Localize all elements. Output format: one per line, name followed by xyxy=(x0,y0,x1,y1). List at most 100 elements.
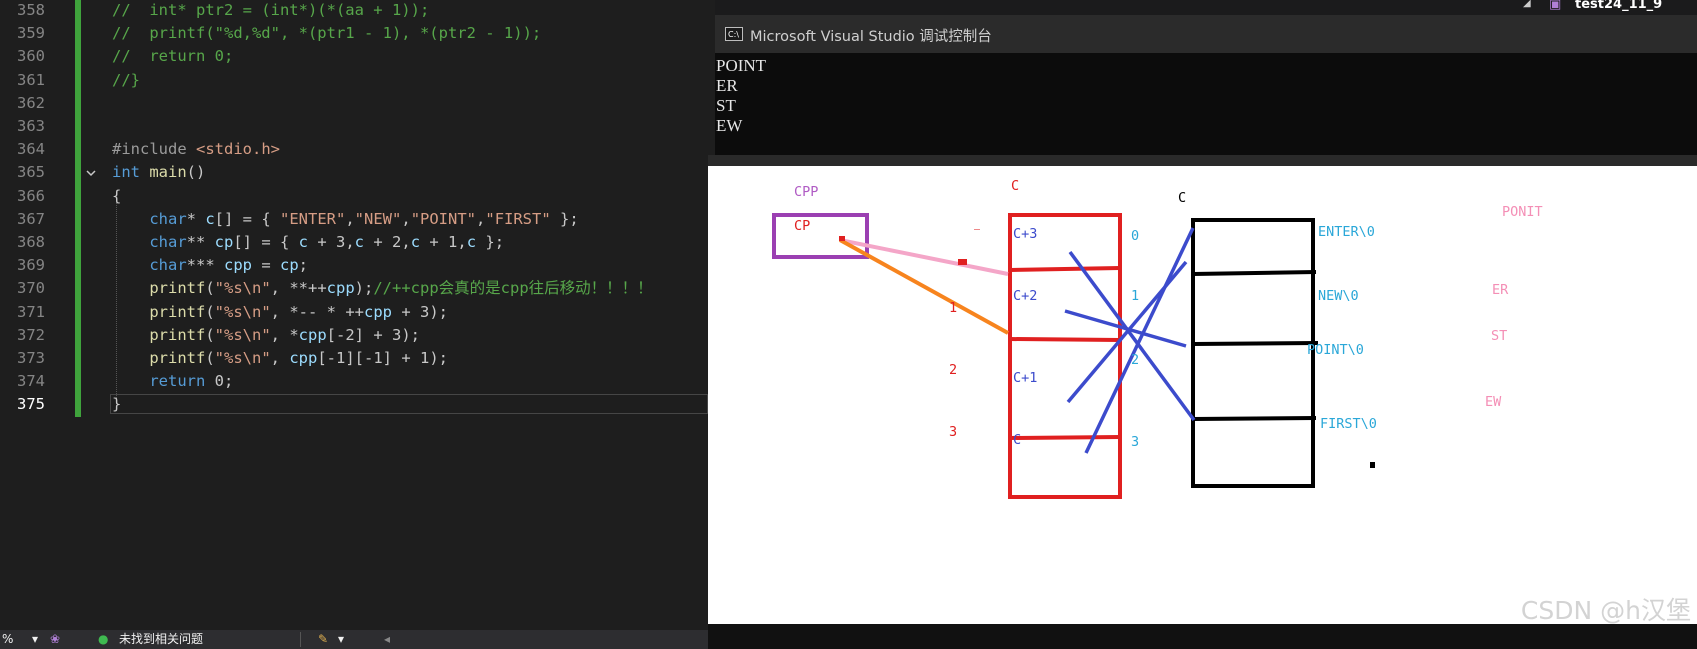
code-text: //} xyxy=(112,69,140,92)
code-token: } xyxy=(112,395,122,414)
line-number: 358 xyxy=(17,1,45,19)
cp-left-index-2: 2 xyxy=(949,362,958,378)
brush-dropdown-icon[interactable]: ▾ xyxy=(338,632,344,647)
code-token: [] = { xyxy=(214,209,280,228)
code-token: ( xyxy=(205,279,215,298)
stray-dash xyxy=(974,229,980,230)
debug-console-window[interactable]: C:\ Microsoft Visual Studio 调试控制台 POINT … xyxy=(715,15,1697,155)
code-token: cpp xyxy=(289,349,318,367)
scroll-left-icon[interactable]: ◂ xyxy=(384,632,390,647)
code-line[interactable]: 367 char* c[] = { "ENTER","NEW","POINT",… xyxy=(0,208,708,231)
code-token: printf xyxy=(149,279,206,298)
pointer-diagram-canvas: CPP CP C C C+3 C+2 C+1 C 1 2 3 0 1 2 3 E… xyxy=(708,166,1697,625)
result-1: PONIT xyxy=(1502,204,1543,220)
git-icon[interactable]: ❀ xyxy=(50,632,60,647)
code-token: + 3, xyxy=(308,233,355,251)
code-line[interactable]: 370 printf("%s\n", **++cpp);//++cpp会真的是c… xyxy=(0,277,708,300)
code-line[interactable]: 363 xyxy=(0,115,708,138)
line-number: 367 xyxy=(17,209,45,228)
window-gap xyxy=(708,155,1697,166)
c-label-black: C xyxy=(1178,190,1187,206)
line-number: 359 xyxy=(17,24,45,43)
code-token: cpp xyxy=(223,256,252,275)
code-line[interactable]: 362 xyxy=(0,92,708,115)
code-token: "FIRST" xyxy=(485,209,551,228)
code-line[interactable]: 369 char*** cpp = cp; xyxy=(0,254,708,277)
code-token: printf xyxy=(149,349,206,367)
code-text: // int* ptr2 = (int*)(*(aa + 1)); xyxy=(112,0,429,22)
code-text: printf("%s\n", *-- * ++cpp + 3); xyxy=(112,301,448,324)
zoom-dropdown-icon[interactable]: ▾ xyxy=(32,632,38,647)
code-token: // int* ptr2 = (int*)(*(aa + 1)); xyxy=(112,1,430,19)
expand-arrow-icon[interactable]: ◢ xyxy=(1523,0,1531,9)
code-token: "POINT" xyxy=(410,209,477,228)
cpp-label: CPP xyxy=(794,184,819,200)
solution-explorer-strip: ◢ ▣ test24_11_9 xyxy=(715,0,1697,15)
code-line[interactable]: 372 printf("%s\n", *cpp[-2] + 3); xyxy=(0,324,708,347)
code-text: // return 0; xyxy=(112,45,233,68)
c-cell-0: ENTER\0 xyxy=(1318,224,1375,240)
code-editor[interactable]: 358 // int* ptr2 = (int*)(*(aa + 1)); 359 /… xyxy=(0,0,708,630)
project-icon: ▣ xyxy=(1549,0,1562,12)
code-token: , **++ xyxy=(270,279,327,298)
code-text: printf("%s\n", cpp[-1][-1] + 1); xyxy=(112,347,448,370)
code-text: char** cp[] = { c + 3,c + 2,c + 1,c }; xyxy=(112,231,504,254)
code-line[interactable]: 360 // return 0; xyxy=(0,45,708,68)
cp-cell-2: C+1 xyxy=(1013,370,1038,386)
code-token: "%s\n" xyxy=(214,349,271,367)
cp-cell-0: C+3 xyxy=(1013,226,1038,242)
line-number: 375 xyxy=(17,395,45,414)
code-text: char*** cpp = cp; xyxy=(112,254,308,277)
code-text: char* c[] = { "ENTER","NEW","POINT","FIR… xyxy=(112,208,578,231)
code-token: //++cpp会真的是cpp往后移动！！！！ xyxy=(373,279,653,298)
code-line[interactable]: 358 // int* ptr2 = (int*)(*(aa + 1)); xyxy=(0,0,708,22)
console-app-icon: C:\ xyxy=(725,27,743,41)
zoom-level[interactable]: % xyxy=(2,632,13,647)
code-token: * xyxy=(186,209,206,228)
console-lower-area xyxy=(708,624,1697,649)
code-token: , * xyxy=(270,325,299,344)
code-line[interactable]: 375} xyxy=(0,393,708,416)
code-token: *** xyxy=(186,256,224,275)
code-line[interactable]: 371 printf("%s\n", *-- * ++cpp + 3); xyxy=(0,301,708,324)
console-titlebar[interactable]: C:\ Microsoft Visual Studio 调试控制台 xyxy=(715,15,1697,53)
code-token: ( xyxy=(205,325,215,344)
code-token: { xyxy=(112,186,122,205)
code-line[interactable]: 374 return 0; xyxy=(0,370,708,393)
code-line[interactable]: 361 //} xyxy=(0,69,708,92)
code-token: printf xyxy=(149,302,206,321)
brush-icon[interactable]: ✎ xyxy=(318,632,328,647)
cp-array xyxy=(1008,213,1122,499)
code-token: }; xyxy=(476,233,505,251)
c-cell-2: POINT\0 xyxy=(1307,342,1364,358)
code-text: #include <stdio.h> xyxy=(112,138,280,161)
line-number: 370 xyxy=(17,279,45,298)
code-text: } xyxy=(112,393,121,416)
console-output: POINT ER ST EW xyxy=(716,56,767,135)
code-token: ( xyxy=(205,349,215,367)
code-token: , xyxy=(345,209,355,228)
c-label-red: C xyxy=(1011,178,1020,194)
issues-status[interactable]: 未找到相关问题 xyxy=(119,632,203,647)
cpp-to-cp-orange-line xyxy=(839,238,1009,335)
code-token: + 1, xyxy=(420,233,467,251)
cp-cell-1: C+2 xyxy=(1013,288,1038,304)
code-token: cpp xyxy=(364,302,392,321)
c-array xyxy=(1191,218,1319,488)
code-token: //} xyxy=(112,70,140,89)
code-token: , xyxy=(270,349,290,367)
line-number: 366 xyxy=(17,186,45,205)
project-name[interactable]: test24_11_9 xyxy=(1575,0,1662,12)
code-line[interactable]: 368 char** cp[] = { c + 3,c + 2,c + 1,c … xyxy=(0,231,708,254)
code-line[interactable]: 366 { xyxy=(0,185,708,208)
pointer-mark xyxy=(839,236,845,241)
code-line[interactable]: 373 printf("%s\n", cpp[-1][-1] + 1); xyxy=(0,347,708,370)
code-line[interactable]: 365 int main() xyxy=(0,161,708,184)
code-line[interactable]: 364 #include <stdio.h> xyxy=(0,138,708,161)
cp-label: CP xyxy=(794,218,811,234)
code-line[interactable]: 359 // printf("%d,%d", *(ptr1 - 1), *(ptr… xyxy=(0,22,708,45)
